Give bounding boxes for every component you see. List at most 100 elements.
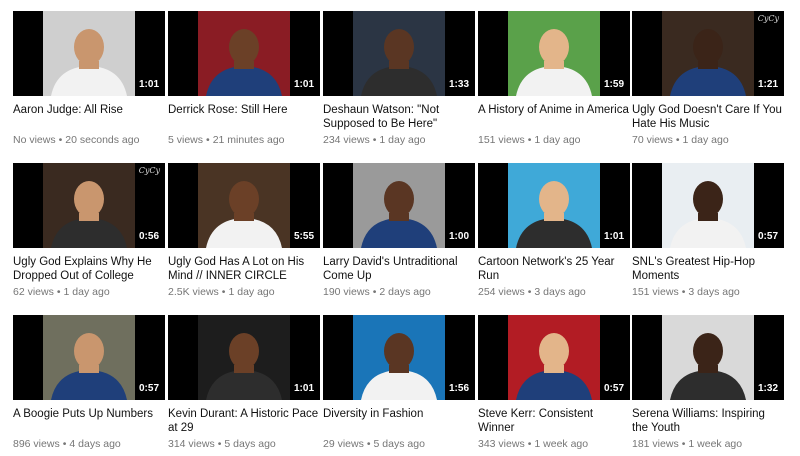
video-title[interactable]: Cartoon Network's 25 Year Run [478,255,630,283]
video-meta: No views • 20 seconds ago [13,134,165,147]
meta-separator: • [56,286,61,298]
video-title[interactable]: A Boogie Puts Up Numbers [13,407,165,435]
video-card[interactable]: 1:01 Derrick Rose: Still Here 5 views • 21 m… [168,11,320,147]
video-card[interactable]: CyCy 1:21 Ugly God Doesn't Care If You Hat… [632,11,784,147]
video-meta: 234 views • 1 day ago [323,134,475,147]
video-card[interactable]: 1:33 Deshaun Watson: "Not Supposed to Be … [323,11,475,147]
duration-badge: 1:01 [600,230,627,244]
duration-badge: 0:57 [135,382,162,396]
duration-badge: 1:01 [290,78,317,92]
video-thumbnail[interactable]: 5:55 [168,163,320,248]
channel-watermark: CyCy [757,14,779,23]
view-count: 254 views [478,286,525,298]
view-count: 70 views [632,134,673,146]
duration-badge: 1:21 [754,78,781,92]
duration-badge: 1:01 [135,78,162,92]
meta-separator: • [527,134,532,146]
view-count: 151 views [632,286,679,298]
meta-separator: • [206,134,210,146]
video-title[interactable]: A History of Anime in America [478,103,630,131]
video-thumbnail[interactable]: 1:01 [478,163,630,248]
video-title[interactable]: Deshaun Watson: "Not Supposed to Be Here… [323,103,475,131]
meta-separator: • [58,134,63,146]
video-thumbnail[interactable]: 0:57 [478,315,630,400]
video-thumbnail[interactable]: 1:56 [323,315,475,400]
video-card[interactable]: 1:56 Diversity in Fashion 29 views • 5 days … [323,315,475,451]
video-grid: 1:01 Aaron Judge: All Rise No views • 20 sec… [0,0,800,456]
video-thumbnail[interactable]: 1:01 [13,11,165,96]
video-meta: 62 views • 1 day ago [13,286,165,299]
video-thumbnail[interactable]: 1:01 [168,11,320,96]
meta-separator: • [62,438,67,450]
video-title[interactable]: Ugly God Doesn't Care If You Hate His Mu… [632,103,784,131]
video-card[interactable]: 1:01 Aaron Judge: All Rise No views • 20 sec… [13,11,165,147]
video-thumbnail[interactable]: 0:57 [632,163,784,248]
video-thumbnail[interactable]: 0:57 [13,315,165,400]
duration-badge: 0:56 [135,230,162,244]
video-title[interactable]: Derrick Rose: Still Here [168,103,320,131]
video-card[interactable]: 5:55 Ugly God Has A Lot on His Mind // IN… [168,163,320,299]
video-card[interactable]: 0:57 A Boogie Puts Up Numbers 896 views • 4 … [13,315,165,451]
duration-badge: 0:57 [600,382,627,396]
video-meta: 896 views • 4 days ago [13,438,165,451]
video-title[interactable]: Aaron Judge: All Rise [13,103,165,131]
video-meta: 70 views • 1 day ago [632,134,784,147]
video-card[interactable]: 0:57 SNL's Greatest Hip-Hop Moments 151 vi… [632,163,784,299]
upload-age: 20 seconds ago [65,134,140,146]
video-card[interactable]: 1:01 Kevin Durant: A Historic Pace at 29 3… [168,315,320,451]
view-count: 2.5K views [168,286,219,298]
upload-age: 3 days ago [688,286,740,298]
upload-age: 3 days ago [534,286,586,298]
upload-age: 1 week ago [534,438,589,450]
video-meta: 190 views • 2 days ago [323,286,475,299]
video-card[interactable]: CyCy 0:56 Ugly God Explains Why He Dropped… [13,163,165,299]
video-thumbnail[interactable]: 1:33 [323,11,475,96]
video-thumbnail[interactable]: CyCy 0:56 [13,163,165,248]
duration-badge: 1:01 [290,382,317,396]
video-card[interactable]: 1:32 Serena Williams: Inspiring the Youth… [632,315,784,451]
video-title[interactable]: Diversity in Fashion [323,407,475,435]
video-title[interactable]: SNL's Greatest Hip-Hop Moments [632,255,784,283]
upload-age: 5 days ago [224,438,276,450]
view-count: 314 views [168,438,215,450]
video-meta: 181 views • 1 week ago [632,438,784,451]
duration-badge: 1:32 [754,382,781,396]
video-title[interactable]: Larry David's Untraditional Come Up [323,255,475,283]
video-thumbnail[interactable]: CyCy 1:21 [632,11,784,96]
channel-watermark: CyCy [138,166,160,175]
video-meta: 314 views • 5 days ago [168,438,320,451]
video-thumbnail[interactable]: 1:32 [632,315,784,400]
video-title[interactable]: Kevin Durant: A Historic Pace at 29 [168,407,320,435]
view-count: 190 views [323,286,370,298]
video-card[interactable]: 1:00 Larry David's Untraditional Come Up 1… [323,163,475,299]
video-thumbnail[interactable]: 1:00 [323,163,475,248]
meta-separator: • [372,286,377,298]
meta-separator: • [527,286,532,298]
view-count: 29 views [323,438,364,450]
video-card[interactable]: 0:57 Steve Kerr: Consistent Winner 343 vie… [478,315,630,451]
video-meta: 254 views • 3 days ago [478,286,630,299]
video-title[interactable]: Serena Williams: Inspiring the Youth [632,407,784,435]
video-meta: 29 views • 5 days ago [323,438,475,451]
meta-separator: • [527,438,532,450]
video-meta: 151 views • 1 day ago [478,134,630,147]
meta-separator: • [681,438,686,450]
duration-badge: 1:00 [445,230,472,244]
meta-separator: • [366,438,371,450]
video-card[interactable]: 1:01 Cartoon Network's 25 Year Run 254 vie… [478,163,630,299]
upload-age: 1 day ago [63,286,110,298]
upload-age: 1 week ago [688,438,743,450]
meta-separator: • [675,134,680,146]
video-title[interactable]: Steve Kerr: Consistent Winner [478,407,630,435]
view-count: 234 views [323,134,370,146]
video-title[interactable]: Ugly God Has A Lot on His Mind // INNER … [168,255,320,283]
view-count: 896 views [13,438,60,450]
duration-badge: 1:56 [445,382,472,396]
video-meta: 5 views • 21 minutes ago [168,134,320,147]
upload-age: 1 day ago [534,134,581,146]
video-title[interactable]: Ugly God Explains Why He Dropped Out of … [13,255,165,283]
video-card[interactable]: 1:59 A History of Anime in America 151 vie… [478,11,630,147]
video-thumbnail[interactable]: 1:59 [478,11,630,96]
duration-badge: 0:57 [754,230,781,244]
video-thumbnail[interactable]: 1:01 [168,315,320,400]
